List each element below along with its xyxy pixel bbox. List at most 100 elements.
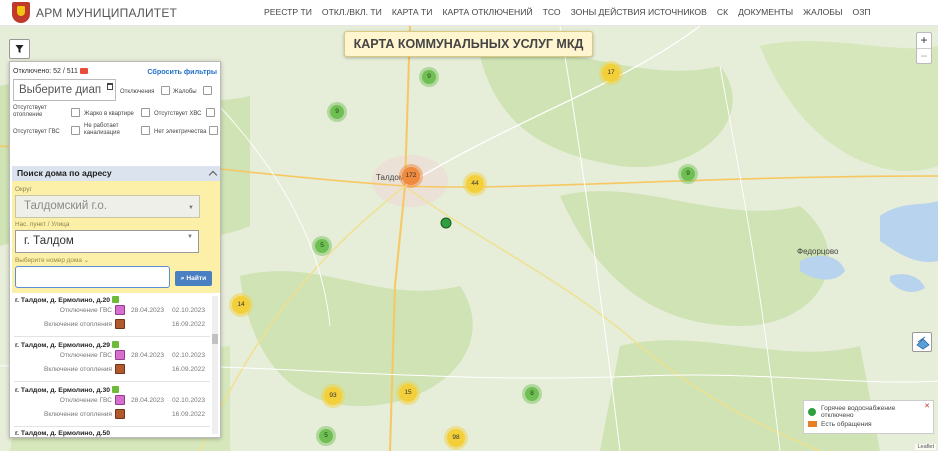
address-search-form: Округ Талдомский г.о. ▼ Нас. пункт / Ули… [12,181,220,293]
map-cluster[interactable]: 17 [602,64,620,82]
street-select[interactable]: г. Талдом ▼ [15,230,199,253]
filter-toggle-button[interactable] [9,39,30,59]
outage-count: Отключено: 52 / 511 [13,68,88,75]
map-legend: ✕ Горячее водоснабжение отключено Есть о… [803,400,934,434]
nav-item-source-zones[interactable]: ЗОНЫ ДЕЙСТВИЯ ИСТОЧНИКОВ [571,7,707,17]
results-scrollbar[interactable] [212,296,218,434]
nav-item-map-ti[interactable]: КАРТА ТИ [392,7,433,17]
town-label-fedortsovo: Федорцово [797,247,839,256]
map-cluster[interactable]: 5 [315,239,329,253]
map-cluster[interactable]: 9 [422,70,436,84]
result-item[interactable]: г. Талдом, д. Ермолино, д.30 Отключение … [14,383,210,427]
hot-water-icon [115,305,125,315]
filter-label-no-heating: Отсутствует отопление [13,105,47,118]
map-cluster[interactable]: 14 [232,296,250,314]
nav-item-documents[interactable]: ДОКУМЕНТЫ [738,7,793,17]
map-cluster[interactable]: 44 [466,175,484,193]
date-range-input[interactable]: Выберите диап [13,79,116,101]
brand[interactable]: АРМ МУНИЦИПАЛИТЕТ [12,2,177,23]
layers-button[interactable] [912,332,932,352]
town-label-taldom: Талдом [376,173,405,182]
layers-icon [916,336,930,350]
result-address-text: г. Талдом, д. Ермолино, д.20 [15,297,111,304]
heating-icon [115,319,125,329]
map-cluster[interactable]: 98 [447,429,465,447]
outage-type: Отключение ГВС [59,352,112,359]
map-cluster[interactable]: 172 [402,167,420,185]
check-icon [112,341,120,348]
select-caret-icon: ▼ [188,205,194,211]
zoom-out-button[interactable]: − [917,48,931,63]
heating-date: 16.09.2022 [172,321,206,328]
panel-header: Отключено: 52 / 511 Сбросить фильтры [10,62,220,78]
filter-panel: Отключено: 52 / 511 Сбросить фильтры Выб… [9,61,221,438]
result-item[interactable]: г. Талдом, д. Ермолино, д.20 Отключение … [14,293,210,337]
zoom-in-button[interactable]: + [917,33,931,48]
house-number-label-text: Выберите номер дома [15,257,82,264]
nav-item-registry[interactable]: РЕЕСТР ТИ [264,7,312,17]
filter-label-outages: Отключения [120,89,155,95]
outage-start: 28.04.2023 [131,307,165,314]
brand-title: АРМ МУНИЦИПАЛИТЕТ [36,5,178,20]
result-address: г. Талдом, д. Ермолино, д.30 [15,386,120,394]
nav-item-on-off[interactable]: ОТКЛ./ВКЛ. ТИ [322,7,382,17]
map-title-banner: КАРТА КОММУНАЛЬНЫХ УСЛУГ МКД [344,31,593,57]
result-address-text: г. Талдом, д. Ермолино, д.30 [15,387,111,394]
find-button-label: Найти [186,275,207,282]
nav-item-complaints[interactable]: ЖАЛОБЫ [803,7,842,17]
legend-close-icon[interactable]: ✕ [924,402,930,410]
map-cluster[interactable]: 8 [525,387,539,401]
map-attribution[interactable]: Leaflet [915,444,936,450]
coat-of-arms-icon [12,2,30,23]
house-number-input[interactable] [15,266,170,288]
top-navbar: АРМ МУНИЦИПАЛИТЕТ РЕЕСТР ТИ ОТКЛ./ВКЛ. Т… [0,0,938,26]
reset-filters-link[interactable]: Сбросить фильтры [147,67,217,76]
filter-checkbox-sewer[interactable] [141,126,150,135]
filter-label-sewer: Не работает канализация [84,123,120,136]
result-item[interactable]: г. Талдом, д. Ермолино, д.29 Отключение … [14,338,210,382]
filter-checkbox-outages[interactable] [161,86,170,95]
map-cluster[interactable]: 93 [324,387,342,405]
outage-start: 28.04.2023 [131,397,165,404]
filter-checkbox-no-heating[interactable] [71,108,80,117]
heating-type: Включение отопления [43,321,112,328]
map-cluster[interactable]: 5 [319,429,333,443]
scrollbar-thumb[interactable] [212,334,218,344]
address-search-header[interactable]: Поиск дома по адресу [12,166,220,181]
check-icon [112,386,120,393]
map-cluster[interactable]: 9 [330,105,344,119]
filter-label-complaints: Жалобы [173,89,197,95]
filter-checkbox-no-hot-water[interactable] [71,126,80,135]
outage-end: 02.10.2023 [172,397,206,404]
filter-checkbox-complaints[interactable] [203,86,212,95]
map-cluster[interactable]: 9 [681,167,695,181]
find-button[interactable]: ⌕ Найти [175,271,212,286]
search-results-list: г. Талдом, д. Ермолино, д.20 Отключение … [12,293,220,437]
result-item-partial[interactable]: г. Талдом, д. Ермолино, д.50 [15,430,110,437]
result-address: г. Талдом, д. Ермолино, д.29 [15,341,120,349]
select-caret-icon: ▼ [187,234,193,240]
filter-checkbox-no-cold-water[interactable] [206,108,215,117]
filter-label-no-power: Нет электричества [154,129,207,135]
green-dot-icon [808,408,816,416]
outage-end: 02.10.2023 [172,352,206,359]
nav-item-ozp[interactable]: ОЗП [853,7,871,17]
check-icon [112,296,120,303]
nav-item-outage-map[interactable]: КАРТА ОТКЛЮЧЕНИЙ [442,7,532,17]
outage-flag-icon [79,68,88,74]
district-label: Округ [15,186,32,193]
map-cluster[interactable]: 15 [399,384,417,402]
district-select[interactable]: Талдомский г.о. ▼ [15,195,200,218]
nav-item-sk[interactable]: СК [717,7,728,17]
filter-checkbox-no-power[interactable] [209,126,218,135]
map-canvas[interactable]: КАРТА КОММУНАЛЬНЫХ УСЛУГ МКД Талдом Федо… [0,26,938,451]
outage-start: 28.04.2023 [131,352,165,359]
heating-type: Включение отопления [43,411,112,418]
result-address: г. Талдом, д. Ермолино, д.20 [15,296,120,304]
nav-item-tso[interactable]: ТСО [543,7,561,17]
outage-count-text: Отключено: 52 / 511 [13,68,78,75]
filter-checkbox-hot-apartment[interactable] [141,108,150,117]
house-marker[interactable] [440,217,452,229]
filter-label-no-cold-water: Отсутствует ХВС [154,111,202,117]
chevron-up-icon [208,170,218,180]
